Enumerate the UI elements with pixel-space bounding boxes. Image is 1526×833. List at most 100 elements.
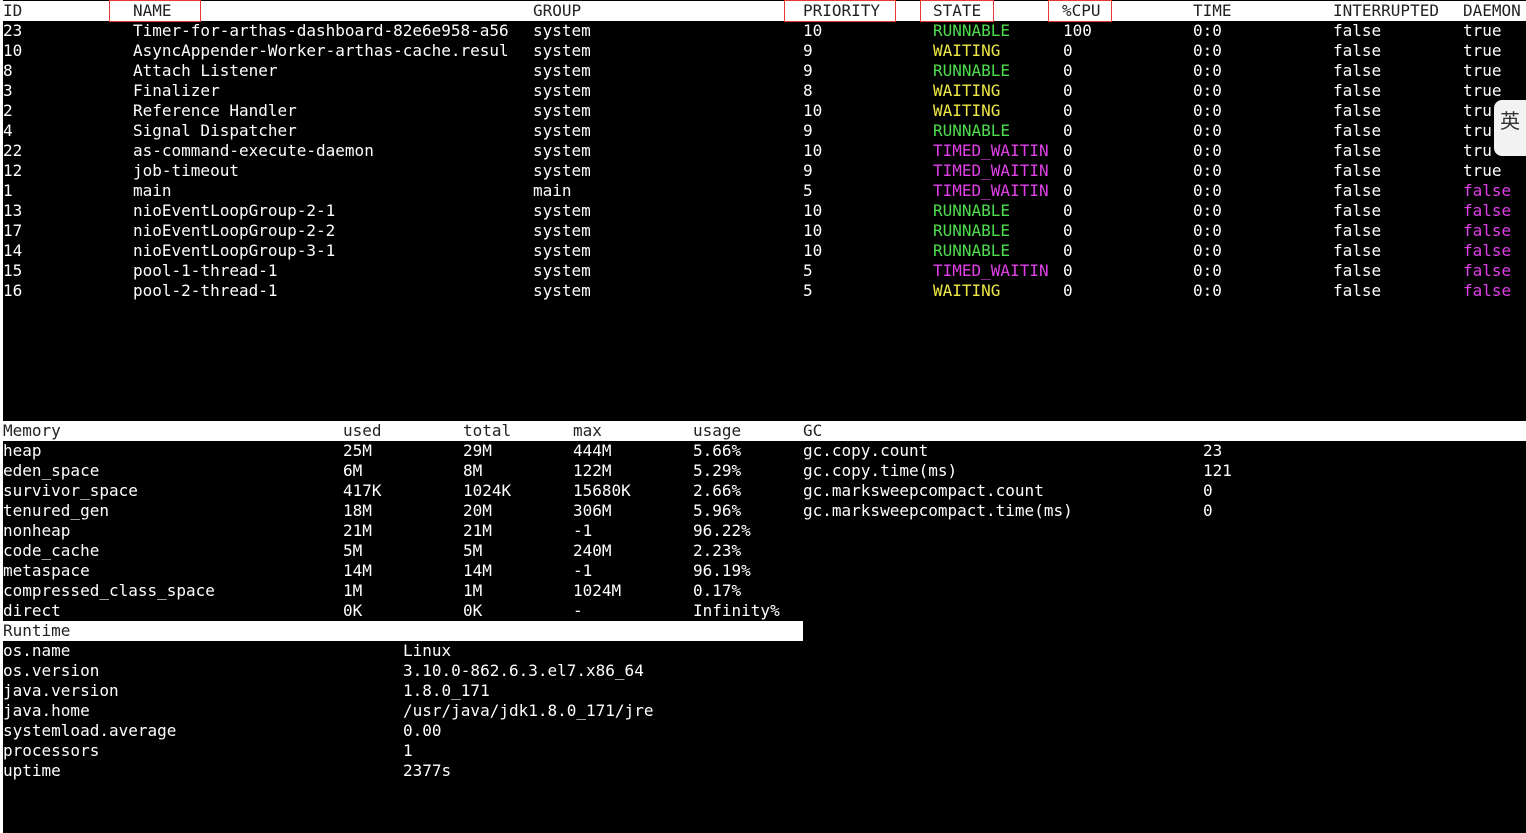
thread-daemon: false <box>1463 201 1512 220</box>
thread-id: 17 <box>3 221 23 240</box>
thread-row: 12 job-timeout system 9 TIMED_WAITIN 0 0:0 fals… <box>3 161 1526 181</box>
memory-row: heap 25M 29M 444M 5.66% <box>3 441 803 461</box>
thread-priority: 10 <box>803 141 823 160</box>
runtime-name: java.version <box>3 681 119 700</box>
thread-state: RUNNABLE <box>933 21 1011 40</box>
thread-name: pool-1-thread-1 <box>133 261 278 280</box>
thread-daemon: tru <box>1463 121 1492 140</box>
thread-state: RUNNABLE <box>933 241 1011 260</box>
runtime-value: 1.8.0_171 <box>403 681 490 700</box>
memory-max: -1 <box>573 521 593 540</box>
thread-state: RUNNABLE <box>933 121 1011 140</box>
thread-interrupted: false <box>1333 81 1382 100</box>
thread-row: 16 pool-2-thread-1 system 5 WAITING 0 0:0 false… <box>3 281 1526 301</box>
col-interrupted-header: INTERRUPTED <box>1333 1 1439 20</box>
thread-state: RUNNABLE <box>933 221 1011 240</box>
thread-cpu: 0 <box>1063 241 1073 260</box>
gc-header: GC <box>803 421 823 440</box>
thread-cpu: 0 <box>1063 201 1073 220</box>
thread-time: 0:0 <box>1193 141 1222 160</box>
thread-state: TIMED_WAITIN <box>933 181 1049 200</box>
thread-cpu: 0 <box>1063 121 1073 140</box>
thread-priority: 10 <box>803 21 823 40</box>
thread-state: WAITING <box>933 101 1001 120</box>
thread-interrupted: false <box>1333 261 1382 280</box>
thread-id: 15 <box>3 261 23 280</box>
memory-usage: 0.17% <box>693 581 742 600</box>
thread-id: 10 <box>3 41 23 60</box>
memory-col-max-header: max <box>573 421 602 440</box>
thread-time: 0:0 <box>1193 81 1222 100</box>
thread-group: system <box>533 241 591 260</box>
memory-name: heap <box>3 441 42 460</box>
thread-time: 0:0 <box>1193 121 1222 140</box>
runtime-row: uptime 2377s <box>3 761 803 781</box>
memory-max: 15680K <box>573 481 631 500</box>
thread-row: 23 Timer-for-arthas-dashboard-82e6e958-a5… <box>3 21 1526 41</box>
memory-max: 306M <box>573 501 612 520</box>
memory-total: 21M <box>463 521 492 540</box>
memory-total: 1M <box>463 581 483 600</box>
thread-interrupted: false <box>1333 181 1382 200</box>
thread-name: Timer-for-arthas-dashboard-82e6e958-a56 <box>133 21 509 40</box>
gc-row: gc.copy.count 23 <box>803 441 1503 461</box>
gc-value: 0 <box>1203 501 1213 520</box>
arthas-dashboard-terminal[interactable]: ID NAME GROUP PRIORITY STATE %CPU TIME I… <box>3 0 1526 833</box>
thread-priority: 5 <box>803 281 813 300</box>
ime-language-indicator[interactable]: 英 <box>1494 100 1526 156</box>
thread-row: 10 AsyncAppender-Worker-arthas-cache.resu… <box>3 41 1526 61</box>
col-time-header: TIME <box>1193 1 1232 20</box>
thread-time: 0:0 <box>1193 61 1222 80</box>
memory-used: 18M <box>343 501 372 520</box>
thread-priority: 5 <box>803 181 813 200</box>
memory-name: tenured_gen <box>3 501 109 520</box>
thread-name: nioEventLoopGroup-3-1 <box>133 241 336 260</box>
thread-row: 15 pool-1-thread-1 system 5 TIMED_WAITIN 0 0:0… <box>3 261 1526 281</box>
thread-group: system <box>533 281 591 300</box>
memory-max: 240M <box>573 541 612 560</box>
memory-total: 5M <box>463 541 483 560</box>
thread-interrupted: false <box>1333 121 1382 140</box>
gc-name: gc.marksweepcompact.time(ms) <box>803 501 1073 520</box>
memory-name: eden_space <box>3 461 100 480</box>
thread-daemon: tru <box>1463 101 1492 120</box>
thread-row: 14 nioEventLoopGroup-3-1 system 10 RUNNABLE 0… <box>3 241 1526 261</box>
memory-row: metaspace 14M 14M -1 96.19% <box>3 561 803 581</box>
memory-total: 14M <box>463 561 492 580</box>
thread-cpu: 0 <box>1063 41 1073 60</box>
thread-row: 1 main main 5 TIMED_WAITIN 0 0:0 false false <box>3 181 1526 201</box>
thread-id: 14 <box>3 241 23 260</box>
thread-interrupted: false <box>1333 141 1382 160</box>
thread-priority: 8 <box>803 81 813 100</box>
thread-cpu: 0 <box>1063 281 1073 300</box>
thread-interrupted: false <box>1333 101 1382 120</box>
thread-daemon: tru <box>1463 141 1492 160</box>
runtime-name: java.home <box>3 701 90 720</box>
col-daemon-header: DAEMON <box>1463 1 1521 20</box>
runtime-row: systemload.average 0.00 <box>3 721 803 741</box>
gc-name: gc.marksweepcompact.count <box>803 481 1044 500</box>
thread-state: WAITING <box>933 81 1001 100</box>
memory-usage: 5.96% <box>693 501 742 520</box>
thread-group: main <box>533 181 572 200</box>
thread-daemon: false <box>1463 221 1512 240</box>
gc-value: 23 <box>1203 441 1223 460</box>
memory-usage: 96.19% <box>693 561 751 580</box>
memory-name: nonheap <box>3 521 71 540</box>
memory-row: tenured_gen 18M 20M 306M 5.96% <box>3 501 803 521</box>
runtime-name: os.version <box>3 661 100 680</box>
thread-state: TIMED_WAITIN <box>933 261 1049 280</box>
thread-time: 0:0 <box>1193 241 1222 260</box>
memory-name: direct <box>3 601 61 620</box>
thread-name: AsyncAppender-Worker-arthas-cache.resul <box>133 41 509 60</box>
thread-state: WAITING <box>933 41 1001 60</box>
thread-time: 0:0 <box>1193 161 1222 180</box>
thread-time: 0:0 <box>1193 261 1222 280</box>
memory-total: 20M <box>463 501 492 520</box>
memory-col-name-header: Memory <box>3 421 61 440</box>
thread-state: TIMED_WAITIN <box>933 161 1049 180</box>
thread-cpu: 0 <box>1063 261 1073 280</box>
thread-interrupted: false <box>1333 41 1382 60</box>
thread-cpu: 0 <box>1063 161 1073 180</box>
memory-col-total-header: total <box>463 421 512 440</box>
